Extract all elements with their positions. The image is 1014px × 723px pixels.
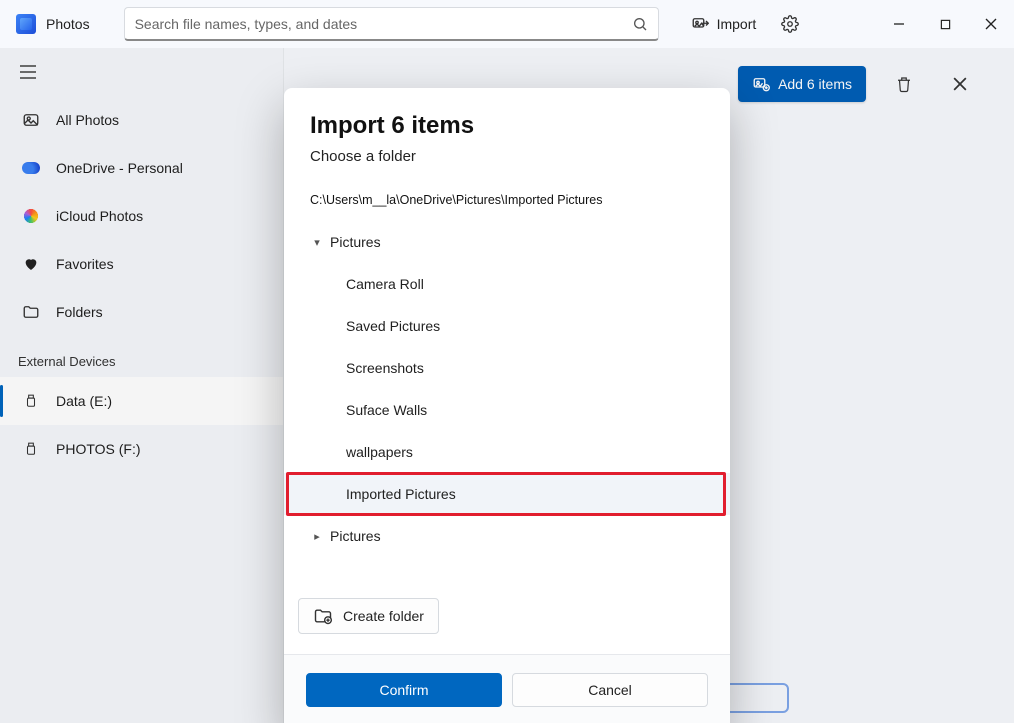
tree-item[interactable]: wallpapers xyxy=(284,431,730,473)
tree-item-label: Suface Walls xyxy=(346,402,427,418)
confirm-button[interactable]: Confirm xyxy=(306,673,502,707)
import-dialog: Import 6 items Choose a folder C:\Users\… xyxy=(284,88,730,723)
search-input[interactable] xyxy=(135,16,632,32)
trash-icon xyxy=(895,75,913,93)
cancel-button[interactable]: Cancel xyxy=(512,673,708,707)
tree-item-label: Saved Pictures xyxy=(346,318,440,334)
photos-icon xyxy=(22,111,40,129)
chevron-down-icon: ▾ xyxy=(310,236,324,249)
dialog-title: Import 6 items xyxy=(310,112,704,140)
new-folder-icon xyxy=(313,606,333,626)
window-controls xyxy=(876,8,1014,40)
selection-toolbar: Add 6 items xyxy=(738,66,978,102)
sidebar-item-photos-drive[interactable]: PHOTOS (F:) xyxy=(0,425,283,473)
dialog-footer: Confirm Cancel xyxy=(284,654,730,723)
dialog-path: C:\Users\m__la\OneDrive\Pictures\Importe… xyxy=(310,193,704,207)
add-items-label: Add 6 items xyxy=(778,76,852,92)
sidebar-item-label: Favorites xyxy=(56,256,114,272)
sidebar-item-label: iCloud Photos xyxy=(56,208,143,224)
app-logo-icon xyxy=(16,14,36,34)
dismiss-button[interactable] xyxy=(942,66,978,102)
hamburger-button[interactable] xyxy=(8,52,48,92)
usb-icon xyxy=(22,440,40,458)
create-folder-button[interactable]: Create folder xyxy=(298,598,439,634)
tree-item-pictures[interactable]: ▾ Pictures xyxy=(284,221,730,263)
tree-item-label: Camera Roll xyxy=(346,276,424,292)
body: All Photos OneDrive - Personal iCloud Ph… xyxy=(0,48,1014,723)
tree-item[interactable]: Screenshots xyxy=(284,347,730,389)
search-icon[interactable] xyxy=(632,16,648,32)
cancel-label: Cancel xyxy=(588,682,632,698)
add-items-button[interactable]: Add 6 items xyxy=(738,66,866,102)
folder-icon xyxy=(22,303,40,321)
sidebar-item-label: PHOTOS (F:) xyxy=(56,441,141,457)
sidebar-item-label: Data (E:) xyxy=(56,393,112,409)
sidebar-item-favorites[interactable]: Favorites xyxy=(0,240,283,288)
tree-item-label: Imported Pictures xyxy=(346,486,456,502)
minimize-button[interactable] xyxy=(876,8,922,40)
maximize-button[interactable] xyxy=(922,8,968,40)
tree-item-imported-pictures[interactable]: Imported Pictures xyxy=(284,473,730,515)
import-label: Import xyxy=(717,16,757,32)
import-icon xyxy=(691,15,709,33)
tree-item[interactable]: Camera Roll xyxy=(284,263,730,305)
external-devices-header: External Devices xyxy=(0,336,283,377)
add-items-icon xyxy=(752,75,770,93)
delete-button[interactable] xyxy=(886,66,922,102)
onedrive-icon xyxy=(22,159,40,177)
sidebar-item-onedrive[interactable]: OneDrive - Personal xyxy=(0,144,283,192)
import-button[interactable]: Import xyxy=(679,6,769,42)
settings-button[interactable] xyxy=(768,8,812,40)
chevron-right-icon: ▸ xyxy=(310,530,324,543)
usb-icon xyxy=(22,392,40,410)
confirm-label: Confirm xyxy=(379,682,428,698)
titlebar: Photos Import xyxy=(0,0,1014,48)
tree-item[interactable]: Saved Pictures xyxy=(284,305,730,347)
sidebar-item-folders[interactable]: Folders xyxy=(0,288,283,336)
app-title: Photos xyxy=(46,16,90,32)
sidebar-item-icloud[interactable]: iCloud Photos xyxy=(0,192,283,240)
gear-icon xyxy=(781,15,799,33)
tree-item-label: Pictures xyxy=(330,234,381,250)
dialog-subtitle: Choose a folder xyxy=(310,148,704,165)
close-window-button[interactable] xyxy=(968,8,1014,40)
tree-item-label: Pictures xyxy=(330,528,381,544)
heart-icon xyxy=(22,255,40,273)
create-folder-label: Create folder xyxy=(343,608,424,624)
close-icon xyxy=(953,77,967,91)
sidebar-item-label: Folders xyxy=(56,304,103,320)
search-box[interactable] xyxy=(124,7,659,41)
tree-item[interactable]: Suface Walls xyxy=(284,389,730,431)
sidebar-item-label: OneDrive - Personal xyxy=(56,160,183,176)
folder-tree: ▾ Pictures Camera Roll Saved Pictures Sc… xyxy=(284,221,730,584)
icloud-icon xyxy=(22,207,40,225)
sidebar: All Photos OneDrive - Personal iCloud Ph… xyxy=(0,48,284,723)
tree-item-label: Screenshots xyxy=(346,360,424,376)
sidebar-item-data-drive[interactable]: Data (E:) xyxy=(0,377,283,425)
sidebar-item-label: All Photos xyxy=(56,112,119,128)
tree-item-label: wallpapers xyxy=(346,444,413,460)
tree-item-pictures-2[interactable]: ▸ Pictures xyxy=(284,515,730,557)
sidebar-item-all-photos[interactable]: All Photos xyxy=(0,96,283,144)
